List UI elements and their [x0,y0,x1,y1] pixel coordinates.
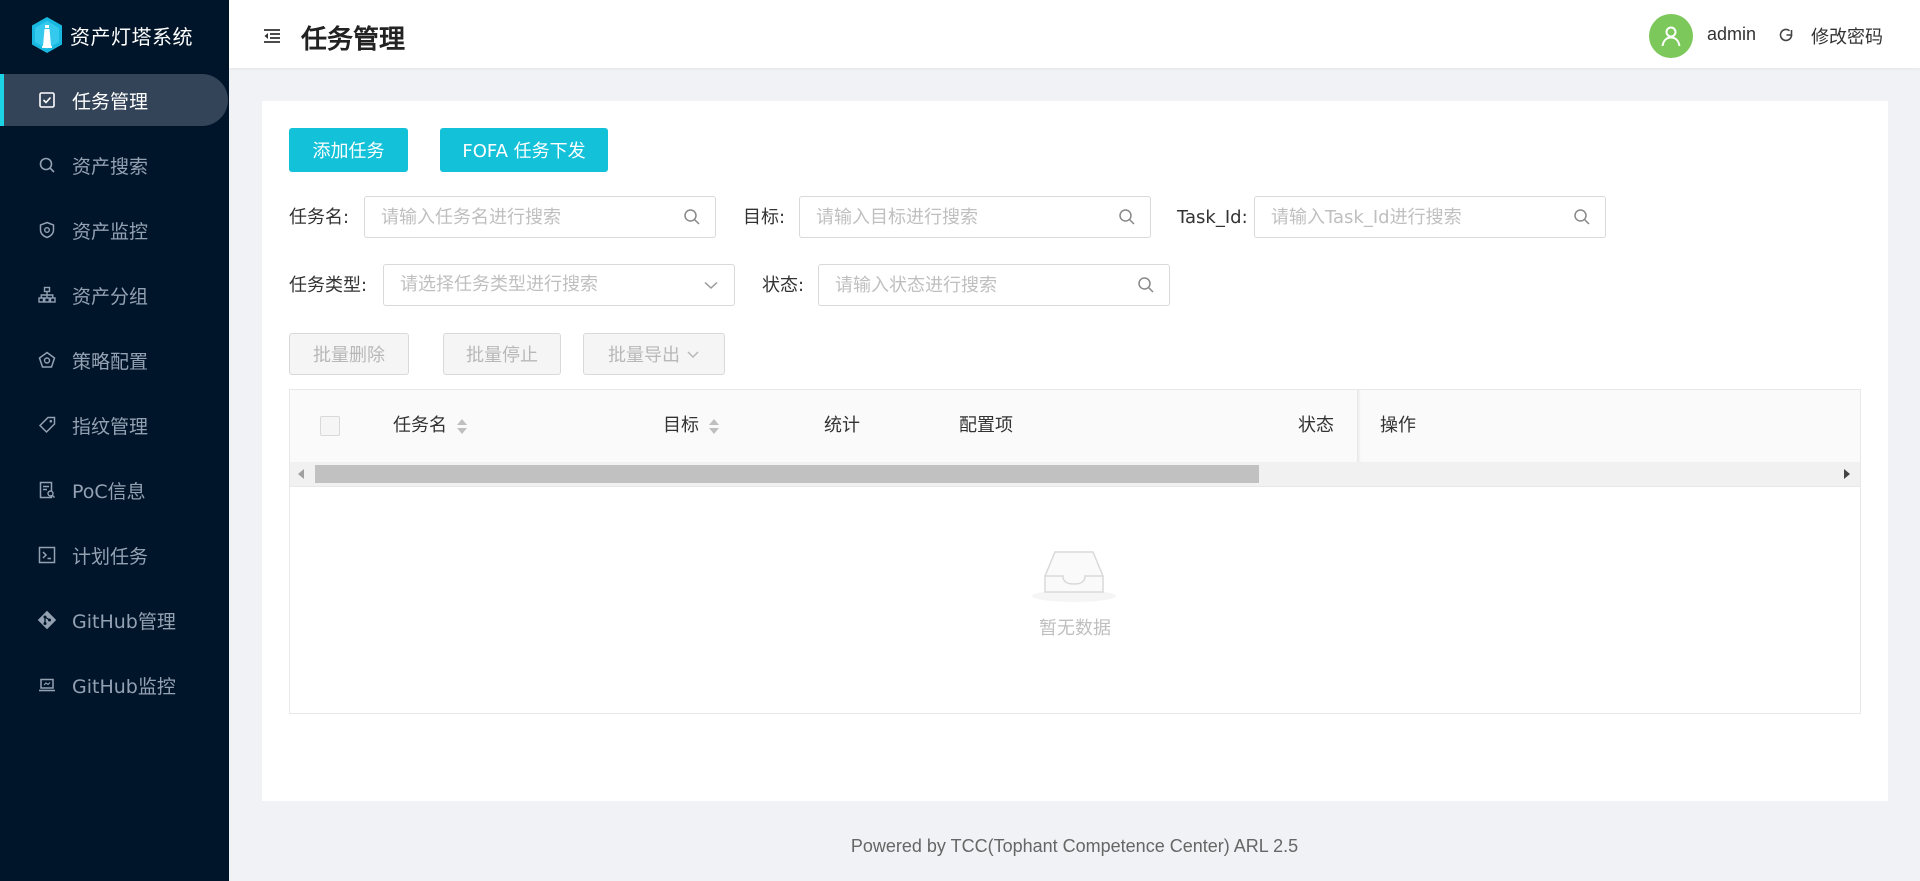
sidebar-item-poc-info[interactable]: PoC信息 [0,464,229,516]
task-id-label: Task_Id: [1177,207,1248,228]
search-icon[interactable] [683,208,701,226]
sidebar-menu: 任务管理 资产搜索 资产监控 资产分组 策略配置 指纹管理 PoC信息 计划任务… [0,74,229,724]
change-password-link[interactable]: 修改密码 [1811,23,1883,49]
column-header-config: 配置项 [959,415,1013,436]
sidebar-item-label: 策略配置 [72,350,149,373]
sidebar-item-label: 任务管理 [72,90,149,113]
scroll-right-arrow-icon[interactable] [1844,469,1850,479]
column-label: 目标 [663,415,699,436]
terminal-icon [37,545,57,565]
table-header: 任务名 目标 统计 配置项 状态 操作 [290,390,1860,463]
sort-icon[interactable] [457,418,467,434]
task-table: 任务名 目标 统计 配置项 状态 操作 暂无数据 [289,389,1861,714]
empty-text: 暂无数据 [1039,618,1111,639]
footer: Powered by TCC(Tophant Competence Center… [850,836,1299,856]
sidebar-item-asset-search[interactable]: 资产搜索 [0,139,229,191]
batch-stop-button[interactable]: 批量停止 [443,333,561,375]
sidebar-item-label: 指纹管理 [72,415,149,438]
laptop-icon [37,675,57,695]
task-type-placeholder: 请选择任务类型进行搜索 [400,274,598,295]
sidebar-item-label: 资产搜索 [72,155,149,178]
sidebar-item-label: 资产监控 [72,220,149,243]
menu-fold-icon[interactable] [263,28,281,44]
select-all-checkbox[interactable] [320,416,340,436]
poc-doc-icon [37,480,57,500]
sidebar-item-task-management[interactable]: 任务管理 [0,74,228,126]
page-title: 任务管理 [301,25,406,55]
sidebar-item-label: PoC信息 [72,480,146,503]
chevron-down-icon [704,281,718,290]
column-header-stats: 统计 [824,415,860,436]
app-logo[interactable]: 资产灯塔系统 [30,14,193,56]
search-icon[interactable] [1573,208,1591,226]
column-header-target[interactable]: 目标 [663,390,719,462]
sidebar-item-github-management[interactable]: GitHub管理 [0,594,229,646]
task-type-label: 任务类型: [289,275,368,296]
sidebar-item-label: 计划任务 [72,545,149,568]
batch-export-label: 批量导出 [608,345,680,366]
sidebar-item-asset-monitor[interactable]: 资产监控 [0,204,229,256]
group-tree-icon [37,285,57,305]
column-header-status: 状态 [1298,415,1334,436]
sidebar-item-scheduled-tasks[interactable]: 计划任务 [0,529,229,581]
status-field [818,264,1170,306]
sidebar-item-github-monitor[interactable]: GitHub监控 [0,659,229,711]
column-label: 任务名 [393,415,447,436]
sidebar-item-policy-config[interactable]: 策略配置 [0,334,229,386]
refresh-icon[interactable] [1777,26,1795,44]
task-id-field [1254,196,1606,238]
task-name-field [364,196,716,238]
task-icon [37,90,57,110]
target-label: 目标: [743,207,786,228]
batch-export-dropdown[interactable]: 批量导出 [583,333,725,375]
fofa-task-button[interactable]: FOFA 任务下发 [440,128,608,172]
search-icon [37,155,57,175]
tag-icon [37,415,57,435]
target-input[interactable] [800,197,1150,237]
task-id-input[interactable] [1255,197,1605,237]
task-type-select[interactable]: 请选择任务类型进行搜索 [383,264,735,306]
sidebar-item-label: GitHub管理 [72,610,176,633]
target-field [799,196,1151,238]
search-icon[interactable] [1118,208,1136,226]
app-title: 资产灯塔系统 [70,24,193,49]
search-icon[interactable] [1137,276,1155,294]
task-management-panel: 添加任务 FOFA 任务下发 任务名: 目标: Task_Id: 任务类型: 请… [262,101,1888,801]
empty-inbox-icon [1032,551,1116,602]
lighthouse-logo-icon [32,17,62,53]
column-header-actions: 操作 [1380,415,1416,436]
git-icon [37,610,57,630]
add-task-button[interactable]: 添加任务 [289,128,408,172]
task-name-input[interactable] [365,197,715,237]
user-icon [1661,26,1681,47]
scroll-left-arrow-icon[interactable] [298,469,304,479]
empty-state: 暂无数据 [290,486,1860,714]
task-name-label: 任务名: [289,207,350,228]
sidebar: 资产灯塔系统 任务管理 资产搜索 资产监控 资产分组 策略配置 指纹管理 PoC… [0,0,229,881]
policy-icon [37,350,57,370]
fixed-column-divider [1357,390,1361,462]
status-label: 状态: [762,275,805,296]
monitor-shield-icon [37,220,57,240]
scrollbar-thumb[interactable] [315,465,1259,483]
horizontal-scrollbar[interactable] [290,462,1860,487]
username[interactable]: admin [1707,24,1756,45]
column-header-task-name[interactable]: 任务名 [393,390,467,462]
status-input[interactable] [819,265,1169,305]
chevron-down-icon [687,351,699,359]
sidebar-item-fingerprint-management[interactable]: 指纹管理 [0,399,229,451]
sort-icon[interactable] [709,418,719,434]
avatar[interactable] [1649,14,1693,58]
sidebar-item-label: GitHub监控 [72,675,176,698]
sidebar-item-asset-group[interactable]: 资产分组 [0,269,229,321]
batch-delete-button[interactable]: 批量删除 [289,333,409,375]
top-header: 任务管理 admin 修改密码 [229,0,1920,68]
sidebar-item-label: 资产分组 [72,285,149,308]
